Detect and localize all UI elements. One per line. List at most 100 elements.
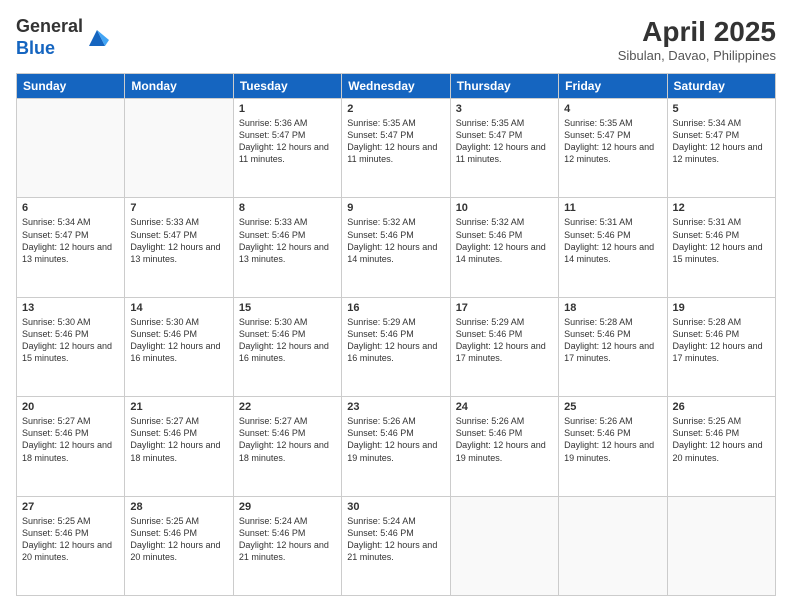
calendar-cell [450, 496, 558, 595]
day-number: 3 [456, 103, 553, 115]
calendar-cell: 3 Sunrise: 5:35 AMSunset: 5:47 PMDaylight… [450, 99, 558, 198]
calendar-cell: 20 Sunrise: 5:27 AMSunset: 5:46 PMDayligh… [17, 397, 125, 496]
calendar-cell: 25Sunrise: 5:26 AMSunset: 5:46 PMDayligh… [559, 397, 667, 496]
logo-blue: Blue [16, 38, 55, 58]
day-number: 29 [239, 501, 336, 513]
logo: General Blue [16, 16, 109, 59]
day-number: 13 [22, 302, 119, 314]
calendar-cell: 30Sunrise: 5:24 AMSunset: 5:46 PMDayligh… [342, 496, 450, 595]
day-number: 22 [239, 401, 336, 413]
calendar-cell: 17Sunrise: 5:29 AMSunset: 5:46 PMDayligh… [450, 297, 558, 396]
calendar-cell: 11 Sunrise: 5:31 AMSunset: 5:46 PMDayligh… [559, 198, 667, 297]
col-header-wednesday: Wednesday [342, 74, 450, 99]
cell-detail: Sunrise: 5:27 AMSunset: 5:46 PMDaylight:… [130, 415, 227, 464]
calendar-cell [559, 496, 667, 595]
calendar-cell: 8Sunrise: 5:33 AMSunset: 5:46 PMDaylight… [233, 198, 341, 297]
day-number: 8 [239, 202, 336, 214]
cell-detail: Sunrise: 5:31 AMSunset: 5:46 PMDaylight:… [673, 216, 770, 265]
cell-detail: Sunrise: 5:25 AMSunset: 5:46 PMDaylight:… [673, 415, 770, 464]
day-number: 11 [564, 202, 661, 214]
cell-detail: Sunrise: 5:31 AMSunset: 5:46 PMDaylight:… [564, 216, 661, 265]
day-number: 20 [22, 401, 119, 413]
col-header-tuesday: Tuesday [233, 74, 341, 99]
col-header-monday: Monday [125, 74, 233, 99]
cell-detail: Sunrise: 5:26 AMSunset: 5:46 PMDaylight:… [347, 415, 444, 464]
cell-detail: Sunrise: 5:35 AMSunset: 5:47 PMDaylight:… [564, 117, 661, 166]
cell-detail: Sunrise: 5:27 AMSunset: 5:46 PMDaylight:… [239, 415, 336, 464]
col-header-sunday: Sunday [17, 74, 125, 99]
cell-detail: Sunrise: 5:26 AMSunset: 5:46 PMDaylight:… [456, 415, 553, 464]
day-number: 16 [347, 302, 444, 314]
cell-detail: Sunrise: 5:28 AMSunset: 5:46 PMDaylight:… [673, 316, 770, 365]
day-number: 15 [239, 302, 336, 314]
cell-detail: Sunrise: 5:34 AMSunset: 5:47 PMDaylight:… [22, 216, 119, 265]
calendar-cell: 19 Sunrise: 5:28 AMSunset: 5:46 PMDayligh… [667, 297, 775, 396]
cell-detail: Sunrise: 5:35 AMSunset: 5:47 PMDaylight:… [456, 117, 553, 166]
cell-detail: Sunrise: 5:30 AMSunset: 5:46 PMDaylight:… [130, 316, 227, 365]
cell-detail: Sunrise: 5:33 AMSunset: 5:47 PMDaylight:… [130, 216, 227, 265]
calendar-cell [667, 496, 775, 595]
calendar-week-4: 20 Sunrise: 5:27 AMSunset: 5:46 PMDayligh… [17, 397, 776, 496]
cell-detail: Sunrise: 5:29 AMSunset: 5:46 PMDaylight:… [347, 316, 444, 365]
day-number: 21 [130, 401, 227, 413]
day-number: 24 [456, 401, 553, 413]
col-header-saturday: Saturday [667, 74, 775, 99]
calendar-table: SundayMondayTuesdayWednesdayThursdayFrid… [16, 73, 776, 596]
calendar-cell: 18Sunrise: 5:28 AMSunset: 5:46 PMDayligh… [559, 297, 667, 396]
cell-detail: Sunrise: 5:36 AMSunset: 5:47 PMDaylight:… [239, 117, 336, 166]
col-header-friday: Friday [559, 74, 667, 99]
cell-detail: Sunrise: 5:35 AMSunset: 5:47 PMDaylight:… [347, 117, 444, 166]
cell-detail: Sunrise: 5:32 AMSunset: 5:46 PMDaylight:… [456, 216, 553, 265]
calendar-cell: 4Sunrise: 5:35 AMSunset: 5:47 PMDaylight… [559, 99, 667, 198]
cell-detail: Sunrise: 5:32 AMSunset: 5:46 PMDaylight:… [347, 216, 444, 265]
cell-detail: Sunrise: 5:25 AMSunset: 5:46 PMDaylight:… [22, 515, 119, 564]
calendar-cell: 22 Sunrise: 5:27 AMSunset: 5:46 PMDayligh… [233, 397, 341, 496]
calendar-cell: 15Sunrise: 5:30 AMSunset: 5:46 PMDayligh… [233, 297, 341, 396]
location: Sibulan, Davao, Philippines [618, 48, 776, 63]
calendar-cell: 12 Sunrise: 5:31 AMSunset: 5:46 PMDayligh… [667, 198, 775, 297]
day-number: 26 [673, 401, 770, 413]
calendar-cell [125, 99, 233, 198]
day-number: 19 [673, 302, 770, 314]
day-number: 10 [456, 202, 553, 214]
calendar-cell: 16 Sunrise: 5:29 AMSunset: 5:46 PMDayligh… [342, 297, 450, 396]
title-block: April 2025 Sibulan, Davao, Philippines [618, 16, 776, 63]
calendar-cell: 14 Sunrise: 5:30 AMSunset: 5:46 PMDayligh… [125, 297, 233, 396]
calendar-cell: 26 Sunrise: 5:25 AMSunset: 5:46 PMDayligh… [667, 397, 775, 496]
cell-detail: Sunrise: 5:24 AMSunset: 5:46 PMDaylight:… [239, 515, 336, 564]
calendar-cell: 5 Sunrise: 5:34 AMSunset: 5:47 PMDaylight… [667, 99, 775, 198]
day-number: 12 [673, 202, 770, 214]
calendar-cell: 29 Sunrise: 5:24 AMSunset: 5:46 PMDayligh… [233, 496, 341, 595]
calendar-week-3: 13 Sunrise: 5:30 AMSunset: 5:46 PMDayligh… [17, 297, 776, 396]
calendar-week-5: 27 Sunrise: 5:25 AMSunset: 5:46 PMDayligh… [17, 496, 776, 595]
day-number: 2 [347, 103, 444, 115]
calendar-cell: 13Sunrise: 5:30 AMSunset: 5:46 PMDayligh… [17, 297, 125, 396]
calendar-cell: 10 Sunrise: 5:32 AMSunset: 5:46 PMDayligh… [450, 198, 558, 297]
logo-general: General [16, 16, 83, 36]
day-number: 1 [239, 103, 336, 115]
calendar-week-2: 6Sunrise: 5:34 AMSunset: 5:47 PMDaylight… [17, 198, 776, 297]
calendar-cell: 21 Sunrise: 5:27 AMSunset: 5:46 PMDayligh… [125, 397, 233, 496]
day-number: 5 [673, 103, 770, 115]
day-number: 14 [130, 302, 227, 314]
header: General Blue April 2025 Sibulan, Davao, … [16, 16, 776, 63]
col-header-thursday: Thursday [450, 74, 558, 99]
logo-icon [85, 26, 109, 50]
day-number: 23 [347, 401, 444, 413]
day-number: 7 [130, 202, 227, 214]
day-number: 27 [22, 501, 119, 513]
cell-detail: Sunrise: 5:27 AMSunset: 5:46 PMDaylight:… [22, 415, 119, 464]
cell-detail: Sunrise: 5:24 AMSunset: 5:46 PMDaylight:… [347, 515, 444, 564]
calendar-cell: 6Sunrise: 5:34 AMSunset: 5:47 PMDaylight… [17, 198, 125, 297]
cell-detail: Sunrise: 5:29 AMSunset: 5:46 PMDaylight:… [456, 316, 553, 365]
calendar-cell: 1 Sunrise: 5:36 AMSunset: 5:47 PMDaylight… [233, 99, 341, 198]
calendar-cell: 23 Sunrise: 5:26 AMSunset: 5:46 PMDayligh… [342, 397, 450, 496]
calendar-cell: 24 Sunrise: 5:26 AMSunset: 5:46 PMDayligh… [450, 397, 558, 496]
cell-detail: Sunrise: 5:34 AMSunset: 5:47 PMDaylight:… [673, 117, 770, 166]
calendar-week-1: 1 Sunrise: 5:36 AMSunset: 5:47 PMDaylight… [17, 99, 776, 198]
calendar-cell: 2 Sunrise: 5:35 AMSunset: 5:47 PMDaylight… [342, 99, 450, 198]
calendar-cell: 28Sunrise: 5:25 AMSunset: 5:46 PMDayligh… [125, 496, 233, 595]
calendar-cell: 9Sunrise: 5:32 AMSunset: 5:46 PMDaylight… [342, 198, 450, 297]
calendar-cell: 27 Sunrise: 5:25 AMSunset: 5:46 PMDayligh… [17, 496, 125, 595]
day-number: 28 [130, 501, 227, 513]
